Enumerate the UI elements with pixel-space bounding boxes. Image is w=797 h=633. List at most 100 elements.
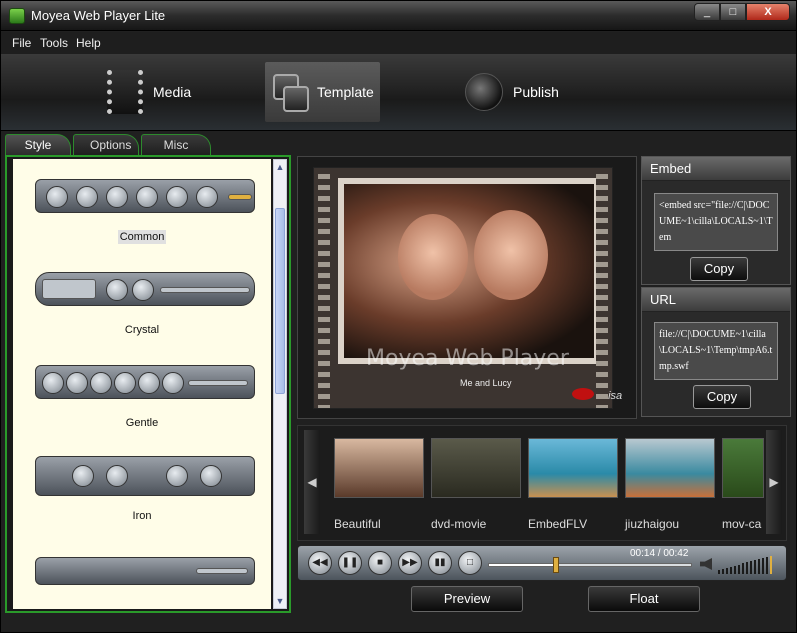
style-list-scrollbar[interactable]: ▲ ▼ [273, 159, 287, 609]
thumbnail-image[interactable] [722, 438, 764, 498]
style-name: Iron [132, 510, 152, 522]
volume-bar [754, 560, 756, 574]
volume-bars[interactable] [718, 554, 774, 574]
nav-media-label: Media [153, 84, 192, 100]
seek-bar[interactable] [488, 557, 692, 573]
thumbnail-label: dvd-movie [431, 517, 487, 531]
app-window: Moyea Web Player Lite _ □ X File Tools H… [0, 0, 797, 633]
style-name: Crystal [124, 324, 160, 336]
menu-tools[interactable]: Tools [40, 36, 68, 50]
menu-help[interactable]: Help [76, 36, 101, 50]
style-list: Common Crystal Gentle Iron [13, 159, 271, 609]
thumbnail-image[interactable] [625, 438, 715, 498]
thumbnail-label: Beautiful [334, 517, 381, 531]
video-preview: Moyea Web Player Me and Lucy Lisa [297, 156, 637, 419]
title-bar: Moyea Web Player Lite _ □ X [1, 1, 796, 31]
thumbnail-label: EmbedFLV [528, 517, 588, 531]
volume-bar [742, 563, 744, 574]
player-controls: ◀◀ ❚❚ ■ ▶▶ ▮▮ □ 00:14 / 00:42 [297, 545, 787, 581]
scroll-down-icon[interactable]: ▼ [274, 594, 286, 608]
nav-publish-label: Publish [513, 84, 559, 100]
volume-bar [726, 567, 728, 574]
embed-title: Embed [642, 157, 790, 181]
embed-panel: Embed <embed src="file://C|\DOCUME~1\cil… [641, 156, 791, 285]
volume-bar [758, 559, 760, 574]
tab-style[interactable]: Style [5, 134, 71, 156]
nav-media[interactable]: Media [107, 62, 191, 122]
volume-bar [730, 566, 732, 574]
volume-bar [722, 568, 724, 574]
stop-icon[interactable]: ■ [368, 551, 392, 575]
embed-copy-button[interactable]: Copy [690, 257, 748, 281]
time-display: 00:14 / 00:42 [630, 548, 689, 559]
style-item-gentle[interactable]: Gentle [13, 345, 271, 438]
maximize-button[interactable]: □ [720, 3, 746, 21]
thumbnail-label: mov-ca [722, 517, 762, 531]
volume-bar [718, 570, 720, 574]
minimize-button[interactable]: _ [694, 3, 720, 21]
thumbnail-image[interactable] [528, 438, 618, 498]
embed-code-box[interactable]: <embed src="file://C|\DOCUME~1\cilla\LOC… [654, 193, 778, 251]
lips-icon [572, 388, 594, 400]
volume-bar [734, 565, 736, 574]
thumbnail-image[interactable] [334, 438, 424, 498]
seek-progress [489, 564, 556, 566]
style-panel: Common Crystal Gentle Iron ▲ ▼ [5, 155, 291, 613]
scroll-right-icon[interactable]: ▶ [766, 430, 782, 534]
scroll-left-icon[interactable]: ◀ [304, 430, 320, 534]
scroll-thumb[interactable] [275, 208, 285, 394]
theater-icon[interactable]: ▮▮ [428, 551, 452, 575]
tab-misc[interactable]: Misc [141, 134, 211, 156]
style-preview [35, 365, 255, 399]
url-title: URL [642, 288, 790, 312]
style-item-crystal[interactable]: Crystal [13, 252, 271, 345]
nav-publish[interactable]: Publish [465, 62, 559, 122]
speaker-icon[interactable] [700, 558, 712, 570]
style-item-iron[interactable]: Iron [13, 438, 271, 531]
preview-button[interactable]: Preview [411, 586, 523, 612]
film-icon [107, 70, 143, 114]
template-icon [271, 70, 309, 114]
photo-signature: Lisa [602, 390, 623, 402]
style-preview [35, 557, 255, 585]
publish-icon [465, 73, 503, 111]
thumbnail-image[interactable] [431, 438, 521, 498]
rewind-icon[interactable]: ◀◀ [308, 551, 332, 575]
style-preview [35, 179, 255, 213]
nav-template-label: Template [317, 84, 374, 100]
style-item-basic[interactable] [13, 531, 271, 609]
fullscreen-icon[interactable]: □ [458, 551, 482, 575]
volume-bar [746, 562, 748, 574]
volume-bar [738, 564, 740, 574]
nav-template[interactable]: Template [265, 62, 380, 122]
forward-icon[interactable]: ▶▶ [398, 551, 422, 575]
tab-options[interactable]: Options [73, 134, 139, 156]
style-preview [35, 456, 255, 496]
style-name: Common [117, 230, 167, 244]
app-icon [9, 8, 25, 24]
url-copy-button[interactable]: Copy [693, 385, 751, 409]
menu-file[interactable]: File [12, 36, 31, 50]
seek-handle[interactable] [553, 557, 560, 573]
top-nav: Media Template Publish [1, 54, 796, 131]
film-frame: Moyea Web Player Me and Lucy Lisa [313, 167, 622, 409]
pause-icon[interactable]: ❚❚ [338, 551, 362, 575]
left-tabs: Style Options Misc [5, 134, 213, 156]
watermark-text: Moyea Web Player [366, 346, 569, 371]
float-button[interactable]: Float [588, 586, 700, 612]
volume-bar [770, 555, 772, 574]
preview-photo [338, 178, 600, 364]
url-panel: URL file://C|\DOCUME~1\cilla\LOCALS~1\Te… [641, 287, 791, 417]
style-preview [35, 272, 255, 306]
volume-bar [762, 557, 764, 574]
volume-bar [750, 561, 752, 574]
close-button[interactable]: X [746, 3, 790, 21]
style-name: Gentle [125, 417, 159, 429]
media-thumbnail-strip: ◀ Beautiful dvd-movie EmbedFLV jiuzhaigo… [297, 425, 787, 541]
url-box[interactable]: file://C|\DOCUME~1\cilla\LOCALS~1\Temp\t… [654, 322, 778, 380]
style-item-common[interactable]: Common [13, 159, 271, 252]
window-title: Moyea Web Player Lite [31, 8, 166, 23]
photo-caption: Me and Lucy [460, 378, 512, 388]
menu-bar: File Tools Help [1, 32, 796, 54]
scroll-up-icon[interactable]: ▲ [274, 160, 286, 174]
